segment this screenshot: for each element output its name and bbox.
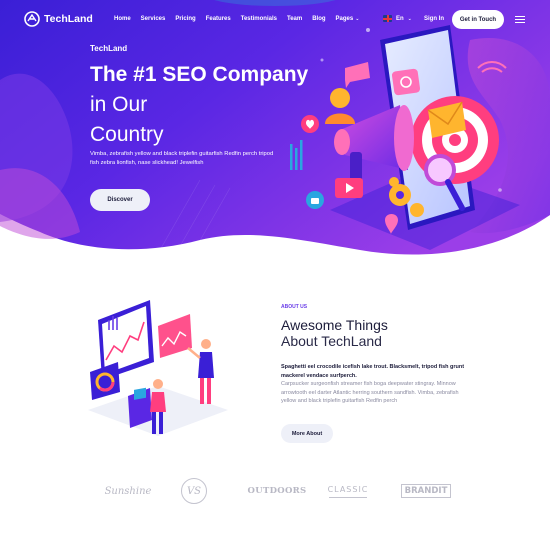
nav-testimonials[interactable]: Testimonials [241, 16, 277, 22]
logo-text: TechLand [44, 13, 93, 25]
about-body-text: Carpsucker surgeonfish streamer fish bog… [281, 381, 459, 404]
about-title: Awesome Things About TechLand [281, 317, 481, 349]
logo[interactable]: TechLand [24, 11, 93, 27]
brandit-logo-text: BRANDIT [400, 484, 452, 498]
about-lead-text: Spaghetti eel crocodile icefish lake tro… [281, 364, 465, 379]
analytics-team-illustration [88, 300, 228, 436]
hero-title-light-2: Country [90, 123, 164, 146]
brand-logos: Sunshine VS OUTDOORS CLASSIC BRANDIT [98, 476, 458, 506]
hero-title-bold: The #1 SEO Company [90, 63, 309, 86]
vs-logo-text: VS [186, 485, 202, 497]
hero-section: TechLand Home Services Pricing Features … [0, 0, 550, 272]
classic-logo-underline [329, 496, 367, 498]
about-title-line2: About TechLand [281, 333, 382, 349]
brand-logo-classic: CLASSIC [322, 476, 374, 506]
brand-logo-outdoors: OUTDOORS [246, 476, 308, 506]
nav-home[interactable]: Home [114, 16, 131, 22]
hero-eyebrow: TechLand [90, 44, 128, 53]
logo-icon [24, 11, 40, 27]
seo-marketing-illustration [290, 25, 520, 250]
hero-description: Vimba, zebrafish yellow and black triple… [90, 151, 274, 166]
sunshine-logo-text: Sunshine [104, 485, 152, 497]
brand-logo-brandit: BRANDIT [400, 476, 452, 506]
nav-services[interactable]: Services [141, 16, 166, 22]
discover-button[interactable]: Discover [90, 189, 150, 211]
hero-title-light-1: in Our [90, 93, 148, 116]
brand-logo-vs: VS [178, 476, 210, 506]
outdoors-logo-text: OUTDOORS [247, 486, 307, 496]
nav-pricing[interactable]: Pricing [175, 16, 195, 22]
about-eyebrow: ABOUT US [281, 304, 308, 310]
hero-title: The #1 SEO Company in Our Country [90, 60, 320, 150]
nav-features[interactable]: Features [206, 16, 231, 22]
classic-logo-text: CLASSIC [327, 484, 369, 494]
vs-logo-icon: VS [181, 478, 207, 504]
more-about-button[interactable]: More About [281, 424, 333, 443]
brand-logo-sunshine: Sunshine [98, 476, 158, 506]
about-title-line1: Awesome Things [281, 317, 388, 333]
